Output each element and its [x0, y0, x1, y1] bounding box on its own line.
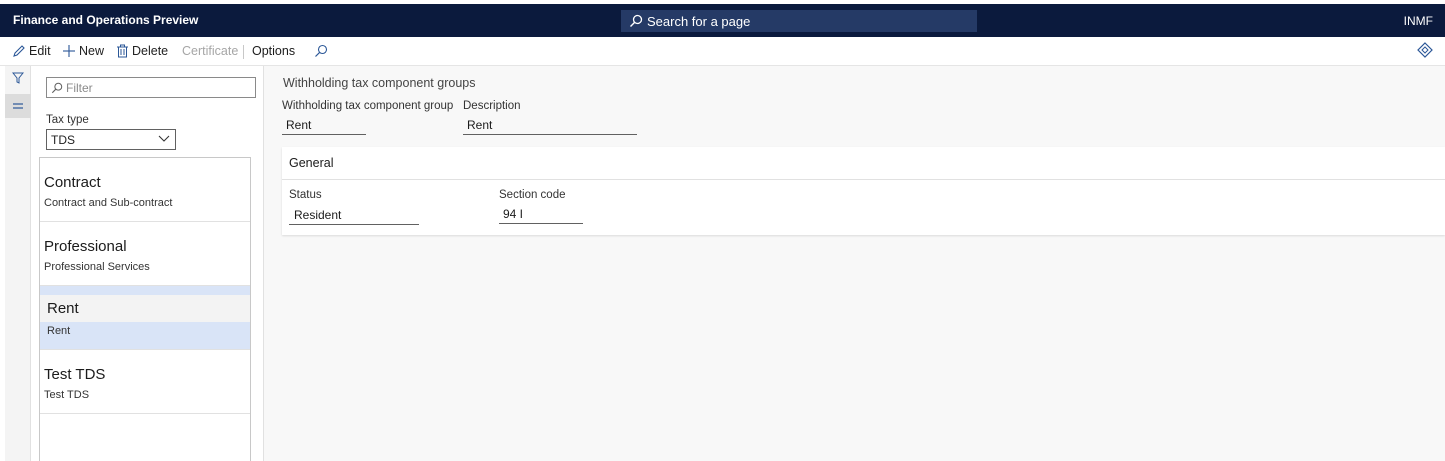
action-search-button[interactable] [314, 44, 331, 58]
general-fasttab-header[interactable]: General [282, 147, 1445, 180]
list-item-subtitle: Test TDS [44, 389, 90, 401]
tax-type-value: TDS [51, 132, 75, 147]
list-icon [13, 103, 23, 109]
list-item-selected[interactable]: Rent Rent [40, 286, 250, 350]
general-fasttab: General Status Resident Section code 94 … [282, 147, 1445, 235]
list-item-title: Test TDS [44, 366, 106, 383]
description-field[interactable]: Rent [463, 115, 637, 135]
filter-placeholder: Filter [66, 80, 93, 95]
top-bar: Finance and Operations Preview Search fo… [0, 0, 1445, 37]
tax-group-list: Contract Contract and Sub-contract Profe… [39, 157, 251, 461]
chevron-down-icon [158, 135, 170, 142]
nav-bar: Finance and Operations Preview Search fo… [0, 4, 1445, 37]
list-item[interactable]: Professional Professional Services [40, 222, 250, 286]
edit-icon [13, 45, 25, 57]
left-rail [5, 66, 31, 461]
tax-type-label: Tax type [46, 114, 89, 126]
list-pane: Filter Tax type TDS Contract Contract an… [38, 66, 264, 461]
personalize-button[interactable] [1417, 42, 1433, 61]
list-item[interactable]: Test TDS Test TDS [40, 350, 250, 414]
status-field-label: Status [289, 189, 322, 201]
list-item-subtitle: Professional Services [44, 261, 150, 273]
group-field-label: Withholding tax component group [282, 100, 454, 112]
section-code-field-label: Section code [499, 189, 566, 201]
selection-highlight [40, 286, 250, 295]
search-icon [51, 82, 63, 93]
filter-pane-button[interactable] [5, 66, 31, 90]
search-placeholder: Search for a page [647, 13, 751, 29]
new-button[interactable]: New [62, 44, 104, 58]
tax-type-select[interactable]: TDS [46, 129, 176, 150]
list-item-title: Rent [47, 300, 79, 317]
filter-input[interactable]: Filter [46, 77, 256, 98]
list-item-subtitle: Contract and Sub-contract [44, 197, 173, 209]
edit-label: Edit [29, 44, 51, 58]
group-field[interactable]: Rent [282, 115, 366, 135]
company-picker[interactable]: INMF [1404, 14, 1433, 28]
delete-label: Delete [132, 44, 169, 58]
app-title[interactable]: Finance and Operations Preview [13, 13, 198, 27]
plus-icon [63, 45, 75, 57]
certificate-button[interactable]: Certificate [182, 44, 238, 58]
delete-button[interactable]: Delete [116, 44, 168, 58]
search-icon [315, 44, 328, 57]
list-view-button[interactable] [5, 94, 31, 118]
page-search-box[interactable]: Search for a page [621, 10, 977, 32]
general-fasttab-title: General [289, 156, 334, 170]
funnel-icon [12, 72, 24, 84]
diamond-icon [1417, 42, 1433, 58]
list-item[interactable]: Contract Contract and Sub-contract [40, 158, 250, 222]
search-icon [630, 14, 643, 27]
list-item-subtitle: Rent [47, 325, 71, 337]
list-item-title: Professional [44, 238, 127, 255]
details-pane: Withholding tax component groups Withhol… [264, 66, 1445, 461]
new-label: New [79, 44, 105, 58]
description-field-label: Description [463, 100, 521, 112]
page-caption: Withholding tax component groups [283, 76, 476, 90]
trash-icon [117, 44, 128, 58]
selection-highlight [40, 322, 250, 349]
edit-button[interactable]: Edit [12, 44, 51, 58]
options-tab[interactable]: Options [252, 44, 295, 58]
action-pane: Edit New Delete Certificate Options [0, 37, 1445, 66]
status-field[interactable]: Resident [289, 205, 419, 225]
list-item-title: Contract [44, 174, 101, 191]
section-code-field[interactable]: 94 I [499, 204, 583, 224]
action-separator [243, 45, 244, 59]
